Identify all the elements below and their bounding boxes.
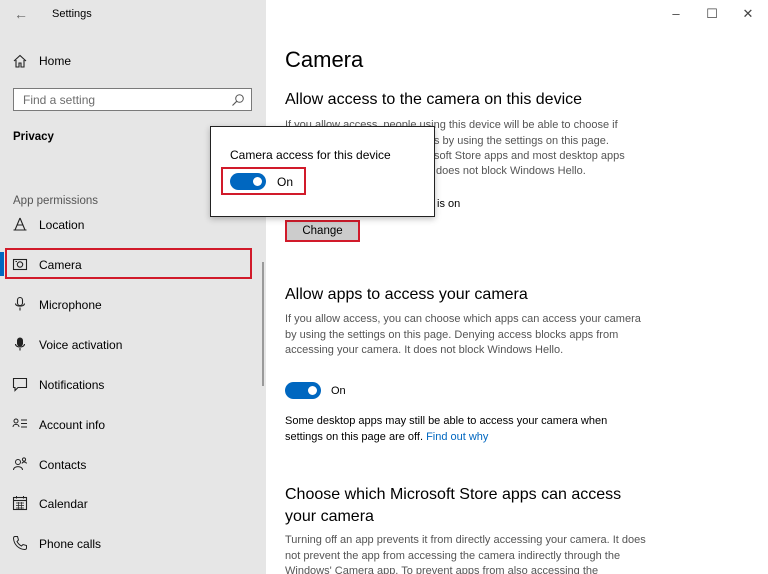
section1-line4: does not block Windows Hello. <box>436 165 586 177</box>
find-out-why-link[interactable]: Find out why <box>426 431 488 443</box>
microphone-icon <box>14 296 26 311</box>
section2-heading: Allow apps to access your camera <box>285 286 528 303</box>
page-title: Camera <box>285 47 364 72</box>
minimize-icon[interactable]: – <box>666 6 686 22</box>
apps-access-toggle[interactable] <box>285 382 321 399</box>
sidebar-item-label: Location <box>39 218 85 232</box>
home-label: Home <box>39 54 72 68</box>
popup-label: Camera access for this device <box>230 148 391 162</box>
group-label: App permissions <box>13 195 99 207</box>
sidebar-item-account-info[interactable]: Account info <box>0 409 266 439</box>
contacts-icon <box>13 457 27 471</box>
section3-description: Turning off an app prevents it from dire… <box>285 534 646 574</box>
home-nav-item[interactable]: Home <box>0 49 266 73</box>
sidebar: ← Settings Home Find a setting Privacy A… <box>0 0 266 574</box>
sidebar-scrollbar[interactable] <box>262 262 264 386</box>
section3-heading: Choose which Microsoft Store apps can ac… <box>285 486 622 525</box>
notifications-icon <box>12 377 28 392</box>
voice-activation-icon <box>14 337 26 351</box>
location-icon <box>13 217 27 231</box>
home-icon <box>13 54 27 68</box>
section1-line2: s by using the settings on this page. <box>434 135 609 147</box>
selection-indicator <box>0 252 4 276</box>
sidebar-item-label: Phone calls <box>39 537 102 551</box>
main-content: – ☐ ✕ Camera Allow access to the camera … <box>266 0 768 574</box>
sidebar-item-label: Voice activation <box>39 338 123 352</box>
maximize-icon[interactable]: ☐ <box>702 6 722 22</box>
camera-highlight-box <box>5 248 252 279</box>
section2-note: Some desktop apps may still be able to a… <box>285 414 635 445</box>
sidebar-item-label: Account info <box>39 418 106 432</box>
account-info-icon <box>12 418 27 428</box>
popup-toggle-highlight: On <box>221 167 306 195</box>
calendar-icon <box>12 496 28 511</box>
section1-line3: soft Store apps and most desktop apps <box>434 150 625 162</box>
app-title: Settings <box>52 8 92 20</box>
section-title: Privacy <box>13 131 54 143</box>
section1-heading: Allow access to the camera on this devic… <box>285 91 583 108</box>
device-access-status: is on <box>437 198 461 210</box>
sidebar-item-label: Contacts <box>39 458 87 472</box>
sidebar-item-label: Notifications <box>39 378 105 392</box>
sidebar-item-voice-activation[interactable]: Voice activation <box>0 329 266 359</box>
sidebar-item-microphone[interactable]: Microphone <box>0 289 266 319</box>
sidebar-item-calendar[interactable]: Calendar <box>0 488 266 518</box>
change-button[interactable]: Change <box>285 220 360 242</box>
popup-toggle-label: On <box>277 175 294 189</box>
apps-access-toggle-label: On <box>331 385 346 397</box>
titlebar-left: ← Settings <box>0 0 266 30</box>
sidebar-item-phone-calls[interactable]: Phone calls <box>0 528 266 558</box>
phone-icon <box>12 536 27 551</box>
search-icon[interactable] <box>231 93 245 107</box>
close-icon[interactable]: ✕ <box>738 6 758 22</box>
camera-access-toggle[interactable] <box>230 173 266 190</box>
sidebar-item-label: Calendar <box>39 497 88 511</box>
sidebar-item-label: Microphone <box>39 298 102 312</box>
search-placeholder: Find a setting <box>23 93 96 107</box>
search-input[interactable]: Find a setting <box>13 88 252 111</box>
back-arrow-icon[interactable]: ← <box>12 5 30 23</box>
section2-description: If you allow access, you can choose whic… <box>285 313 641 356</box>
camera-access-popup: Camera access for this device On <box>210 126 435 217</box>
sidebar-item-contacts[interactable]: Contacts <box>0 449 266 479</box>
sidebar-item-notifications[interactable]: Notifications <box>0 369 266 399</box>
